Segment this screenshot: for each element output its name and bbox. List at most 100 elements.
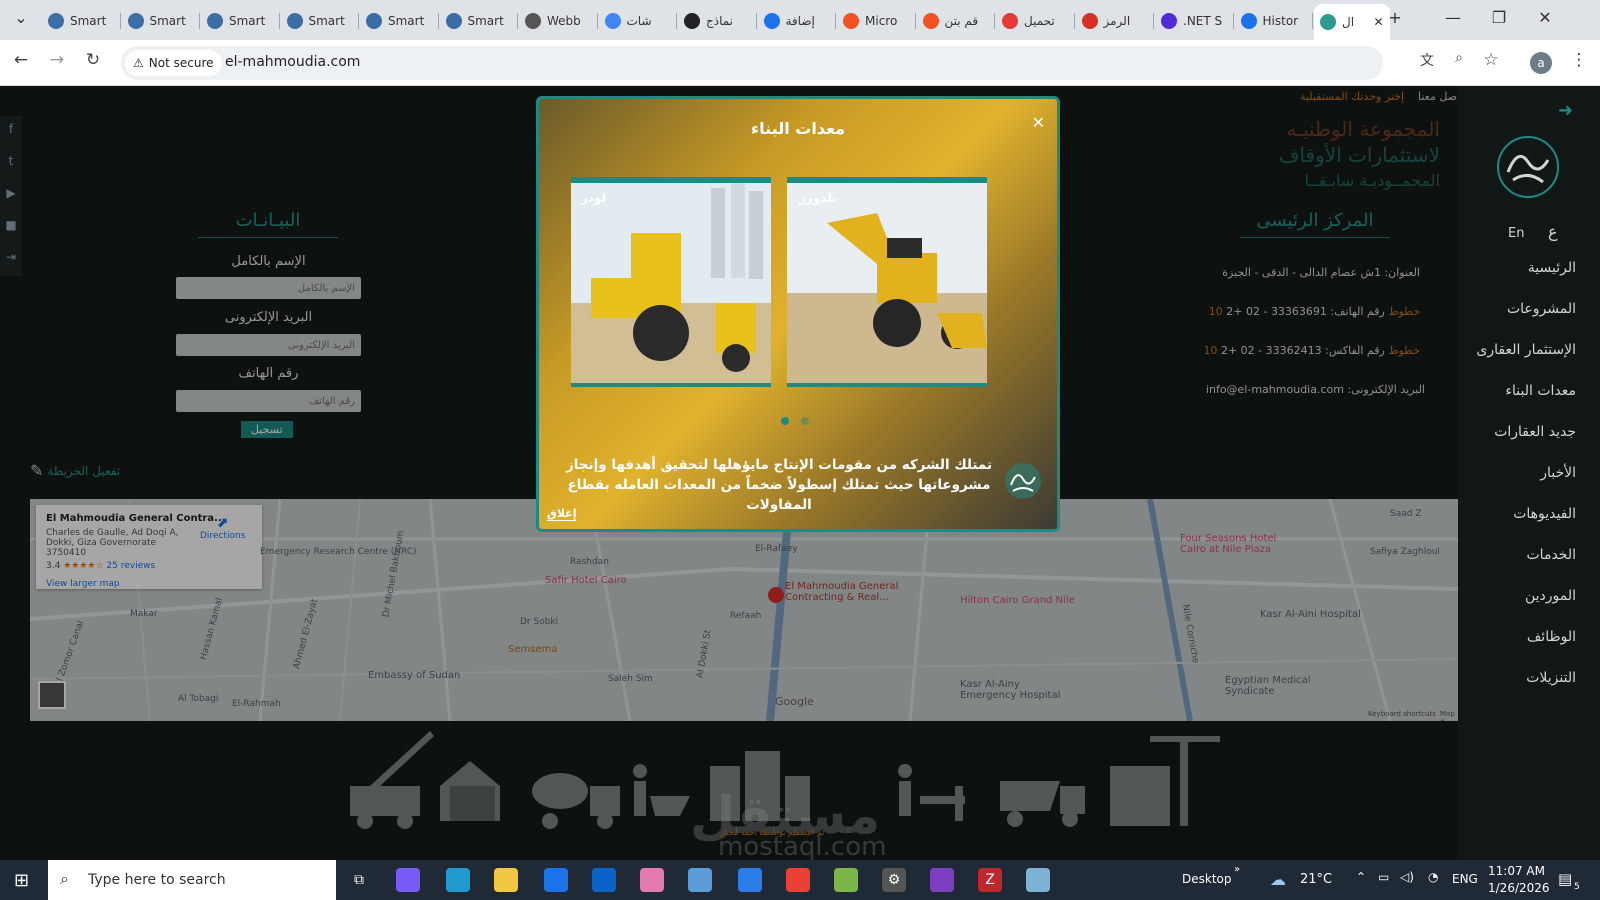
browser-tab[interactable]: نماذج bbox=[678, 6, 754, 36]
notepadpp-icon[interactable] bbox=[834, 868, 858, 892]
store-icon[interactable] bbox=[544, 868, 568, 892]
nav-item[interactable]: الوظائف bbox=[1527, 629, 1576, 645]
settings-icon[interactable]: ⚙ bbox=[882, 868, 906, 892]
slide-dot[interactable] bbox=[781, 417, 789, 425]
tab-favicon-icon bbox=[1081, 13, 1098, 29]
file-explorer-icon[interactable] bbox=[494, 868, 518, 892]
browser-tab[interactable]: Smart bbox=[201, 6, 277, 36]
browser-tab[interactable]: Smart bbox=[281, 6, 357, 36]
outlook-icon[interactable] bbox=[592, 868, 616, 892]
clock-time[interactable]: 11:07 AM bbox=[1488, 864, 1545, 878]
menu-kebab-icon[interactable]: ⋮ bbox=[1566, 50, 1592, 70]
snipping-icon[interactable] bbox=[688, 868, 712, 892]
slide-dot[interactable] bbox=[801, 417, 809, 425]
browser-tab-label: تحميل bbox=[1024, 14, 1055, 28]
browser-tab-label: Histor bbox=[1262, 14, 1299, 28]
browser-tab[interactable]: Smart bbox=[42, 6, 118, 36]
browser-tab-label: شات bbox=[626, 14, 652, 28]
browser-tab[interactable]: الرمز bbox=[1076, 6, 1152, 36]
nav-item[interactable]: الإستثمار العقارى bbox=[1476, 342, 1576, 358]
nav-item[interactable]: التنزيلات bbox=[1526, 670, 1576, 686]
zoom-icon[interactable]: ⌕ bbox=[1446, 50, 1472, 66]
translate-icon[interactable]: 文 bbox=[1414, 50, 1440, 70]
url-text[interactable]: el-mahmoudia.com bbox=[225, 54, 360, 70]
lang-ar[interactable]: ع bbox=[1548, 222, 1558, 241]
visual-studio-icon[interactable] bbox=[930, 868, 954, 892]
arrow-right-icon[interactable]: ➜ bbox=[1558, 100, 1573, 121]
nav-item[interactable]: الخدمات bbox=[1527, 547, 1577, 563]
browser-tab[interactable]: .NET S bbox=[1155, 6, 1231, 36]
browser-tab[interactable]: قم بتن bbox=[917, 6, 993, 36]
back-icon[interactable]: ← bbox=[8, 50, 34, 70]
desktop-chevron-icon[interactable]: » bbox=[1234, 864, 1240, 875]
modal-close-icon[interactable]: ✕ bbox=[1032, 113, 1045, 132]
taskbar-search-placeholder: Type here to search bbox=[88, 872, 226, 888]
tab-favicon-icon bbox=[684, 13, 700, 29]
minimize-icon[interactable]: — bbox=[1438, 8, 1468, 27]
browser-tab[interactable]: Smart bbox=[440, 6, 516, 36]
reload-icon[interactable]: ↻ bbox=[80, 50, 106, 70]
browser-tab[interactable]: Smart bbox=[122, 6, 198, 36]
equipment-card[interactable]: بلدوزر bbox=[787, 177, 987, 387]
network-icon[interactable]: ▭ bbox=[1378, 870, 1389, 884]
task-view-icon[interactable]: ⧉ bbox=[347, 868, 371, 892]
edge-icon[interactable] bbox=[446, 868, 470, 892]
notifications-icon[interactable]: ▤ bbox=[1558, 870, 1572, 888]
omnibox[interactable]: ⚠ Not secure el-mahmoudia.com bbox=[121, 46, 1383, 80]
equipment-modal: معدات البناء ✕ بلدوزر لودر تمتلك الشركه … bbox=[536, 96, 1060, 532]
browser-tab[interactable]: إضافة bbox=[758, 6, 834, 36]
browser-tab-label: Smart bbox=[308, 14, 345, 28]
tab-favicon-icon bbox=[445, 13, 462, 29]
lang-en[interactable]: En bbox=[1508, 226, 1524, 241]
vscode-icon[interactable] bbox=[738, 868, 762, 892]
browser-tab[interactable]: Webb bbox=[519, 6, 595, 36]
profile-avatar[interactable]: a bbox=[1530, 52, 1552, 74]
chrome-icon[interactable] bbox=[786, 868, 810, 892]
tab-search-chevron-icon[interactable]: ⌄ bbox=[6, 8, 36, 27]
site-logo[interactable] bbox=[1493, 132, 1563, 202]
browser-tab[interactable]: تحميل bbox=[996, 6, 1072, 36]
windows-start-icon[interactable]: ⊞ bbox=[14, 870, 29, 891]
tab-favicon-icon bbox=[286, 13, 303, 29]
volume-icon[interactable]: ◁) bbox=[1400, 870, 1414, 884]
weather-cloud-icon: ☁ bbox=[1270, 870, 1286, 889]
tab-separator bbox=[119, 13, 121, 29]
taskbar-search[interactable]: ⌕ Type here to search bbox=[48, 860, 336, 900]
browser-tab[interactable]: شات bbox=[599, 6, 675, 36]
close-window-icon[interactable]: ✕ bbox=[1530, 8, 1560, 27]
bookmark-star-icon[interactable]: ☆ bbox=[1478, 50, 1504, 70]
filezilla-icon[interactable]: Z bbox=[978, 868, 1002, 892]
modal-title: معدات البناء bbox=[750, 119, 846, 138]
nav-item[interactable]: المشروعات bbox=[1507, 301, 1576, 317]
browser-tab[interactable]: ال ✕ bbox=[1314, 4, 1390, 40]
nav-item[interactable]: معدات البناء bbox=[1505, 383, 1576, 399]
input-language[interactable]: ENG bbox=[1452, 872, 1478, 886]
main-nav: ➜ En ع الرئيسية المشروعات الإستثمار العقار… bbox=[1458, 86, 1600, 860]
wifi-icon[interactable]: ◔ bbox=[1428, 870, 1438, 884]
nav-item[interactable]: الفيديوهات bbox=[1513, 506, 1576, 522]
nav-item[interactable]: الموردين bbox=[1525, 588, 1576, 604]
browser-tab[interactable]: Histor bbox=[1235, 6, 1311, 36]
browser-tab[interactable]: Micro bbox=[837, 6, 913, 36]
tab-favicon-icon bbox=[604, 13, 621, 29]
copilot-icon[interactable] bbox=[396, 868, 420, 892]
clock-date[interactable]: 1/26/2026 bbox=[1488, 881, 1550, 895]
modal-close-button[interactable]: إغلاق bbox=[547, 507, 577, 521]
tray-chevron-icon[interactable]: ⌃ bbox=[1356, 870, 1366, 884]
app-icon[interactable] bbox=[1026, 868, 1050, 892]
tab-favicon-icon bbox=[922, 13, 939, 29]
nav-item[interactable]: جديد العقارات bbox=[1494, 424, 1576, 440]
paint-icon[interactable] bbox=[640, 868, 664, 892]
browser-tab[interactable]: Smart bbox=[360, 6, 436, 36]
desktop-label[interactable]: Desktop bbox=[1182, 872, 1232, 886]
security-chip[interactable]: ⚠ Not secure bbox=[125, 50, 222, 76]
nav-item[interactable]: الأخبار bbox=[1540, 465, 1576, 481]
temperature[interactable]: 21°C bbox=[1300, 872, 1332, 887]
equipment-card[interactable]: لودر bbox=[571, 177, 771, 387]
new-tab-button[interactable]: + bbox=[1380, 8, 1410, 27]
windows-taskbar: ⊞ ⌕ Type here to search ⧉ ⚙ Z Desktop » ☁ … bbox=[0, 860, 1600, 900]
tab-separator bbox=[358, 13, 359, 29]
forward-icon[interactable]: → bbox=[44, 50, 70, 70]
nav-item[interactable]: الرئيسية bbox=[1528, 260, 1576, 276]
restore-icon[interactable]: ❐ bbox=[1484, 8, 1514, 27]
